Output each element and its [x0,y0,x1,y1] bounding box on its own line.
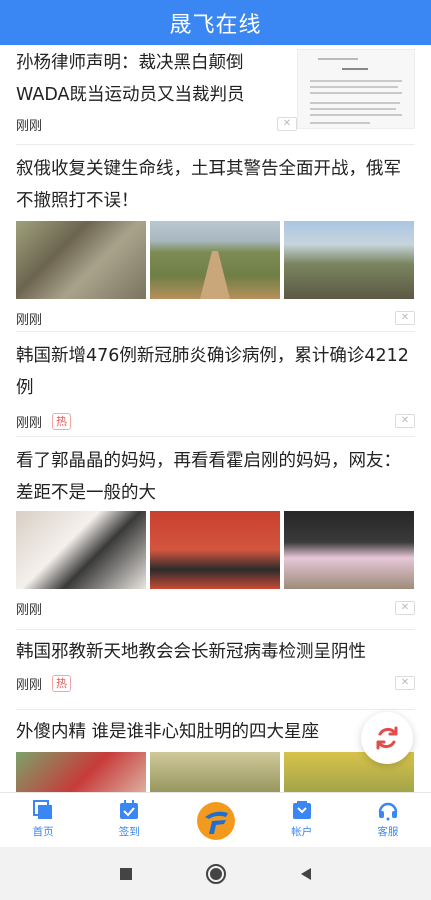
calendar-check-icon [118,799,140,821]
hot-badge: 热 [52,412,72,430]
news-image[interactable] [16,221,146,299]
app-title: 晟飞在线 [169,12,262,38]
tab-checkin[interactable]: 签到 [86,793,172,847]
news-item[interactable]: 韩国邪教新天地教会会长新冠病毒检测呈阴性 刚刚 热 ✕ [16,630,415,710]
dismiss-button[interactable]: ✕ [277,117,297,131]
news-thumbnails [16,221,415,299]
news-time: 刚刚 [16,118,43,134]
news-time: 刚刚 [16,677,43,693]
news-time: 刚刚 [16,602,43,618]
news-meta: 刚刚 热 ✕ [16,408,415,434]
news-meta: 刚刚 热 ✕ [16,670,415,696]
news-item[interactable]: 孙杨律师声明：裁决黑白颠倒WADA既当运动员又当裁判员 刚刚 ✕ [16,45,415,145]
bottom-tab-bar: 首页 签到 帐户 客服 [0,792,431,847]
news-image[interactable] [150,511,280,589]
news-item[interactable]: 看了郭晶晶的妈妈，再看看霍启刚的妈妈，网友：差距不是一般的大 刚刚 ✕ [16,437,415,630]
news-item[interactable]: 韩国新增476例新冠肺炎确诊病例，累计确诊4212例 刚刚 热 ✕ [16,332,415,437]
news-thumbnails [16,752,415,792]
tab-center-logo[interactable] [172,793,258,847]
back-button[interactable] [261,847,351,900]
tab-support[interactable]: 客服 [345,793,431,847]
refresh-button[interactable] [361,712,413,764]
news-image[interactable] [16,511,146,589]
news-title[interactable]: 韩国新增476例新冠肺炎确诊病例，累计确诊4212例 [16,340,415,404]
dismiss-button[interactable]: ✕ [395,676,415,690]
wallet-icon [291,799,313,821]
dismiss-button[interactable]: ✕ [395,311,415,325]
dismiss-button[interactable]: ✕ [395,414,415,428]
tab-label: 签到 [118,826,140,838]
hot-badge: 热 [52,674,72,692]
app-header: 晟飞在线 [0,0,431,45]
news-meta: 刚刚 ✕ [16,595,415,621]
news-title[interactable]: 外傻内精 谁是谁非心知肚明的四大星座 [16,716,415,748]
news-image[interactable] [284,221,414,299]
news-item[interactable]: 叙俄收复关键生命线，土耳其警告全面开战，俄军不撤照打不误！ 刚刚 ✕ [16,145,415,332]
tab-home[interactable]: 首页 [0,793,86,847]
news-title[interactable]: 看了郭晶晶的妈妈，再看看霍启刚的妈妈，网友：差距不是一般的大 [16,445,415,509]
back-triangle-icon [300,867,311,880]
recents-button[interactable] [81,847,171,900]
news-title[interactable]: 韩国邪教新天地教会会长新冠病毒检测呈阴性 [16,636,415,668]
news-image[interactable] [150,752,280,792]
dismiss-button[interactable]: ✕ [395,601,415,615]
home-nav-button[interactable] [171,847,261,900]
circle-icon [205,863,226,884]
news-meta: 刚刚 ✕ [16,111,415,137]
system-navigation-bar [0,847,431,900]
tab-label: 帐户 [291,826,313,838]
app-logo-icon [196,801,236,841]
refresh-icon [376,726,398,750]
news-meta: 刚刚 ✕ [16,305,415,331]
home-icon [32,799,54,821]
news-thumbnails [16,511,415,589]
tab-label: 首页 [32,826,54,838]
tab-account[interactable]: 帐户 [259,793,345,847]
news-image[interactable] [16,752,146,792]
news-time: 刚刚 [16,312,43,328]
news-time: 刚刚 [16,415,43,431]
news-image[interactable] [150,221,280,299]
news-item[interactable]: 外傻内精 谁是谁非心知肚明的四大星座 [16,710,415,792]
news-feed[interactable]: 孙杨律师声明：裁决黑白颠倒WADA既当运动员又当裁判员 刚刚 ✕ 叙俄收复关键生… [0,45,431,792]
square-icon [119,867,132,880]
news-image[interactable] [284,511,414,589]
news-title[interactable]: 孙杨律师声明：裁决黑白颠倒WADA既当运动员又当裁判员 [16,47,271,111]
news-title[interactable]: 叙俄收复关键生命线，土耳其警告全面开战，俄军不撤照打不误！ [16,153,415,217]
tab-label: 客服 [377,826,399,838]
headset-icon [377,799,399,821]
